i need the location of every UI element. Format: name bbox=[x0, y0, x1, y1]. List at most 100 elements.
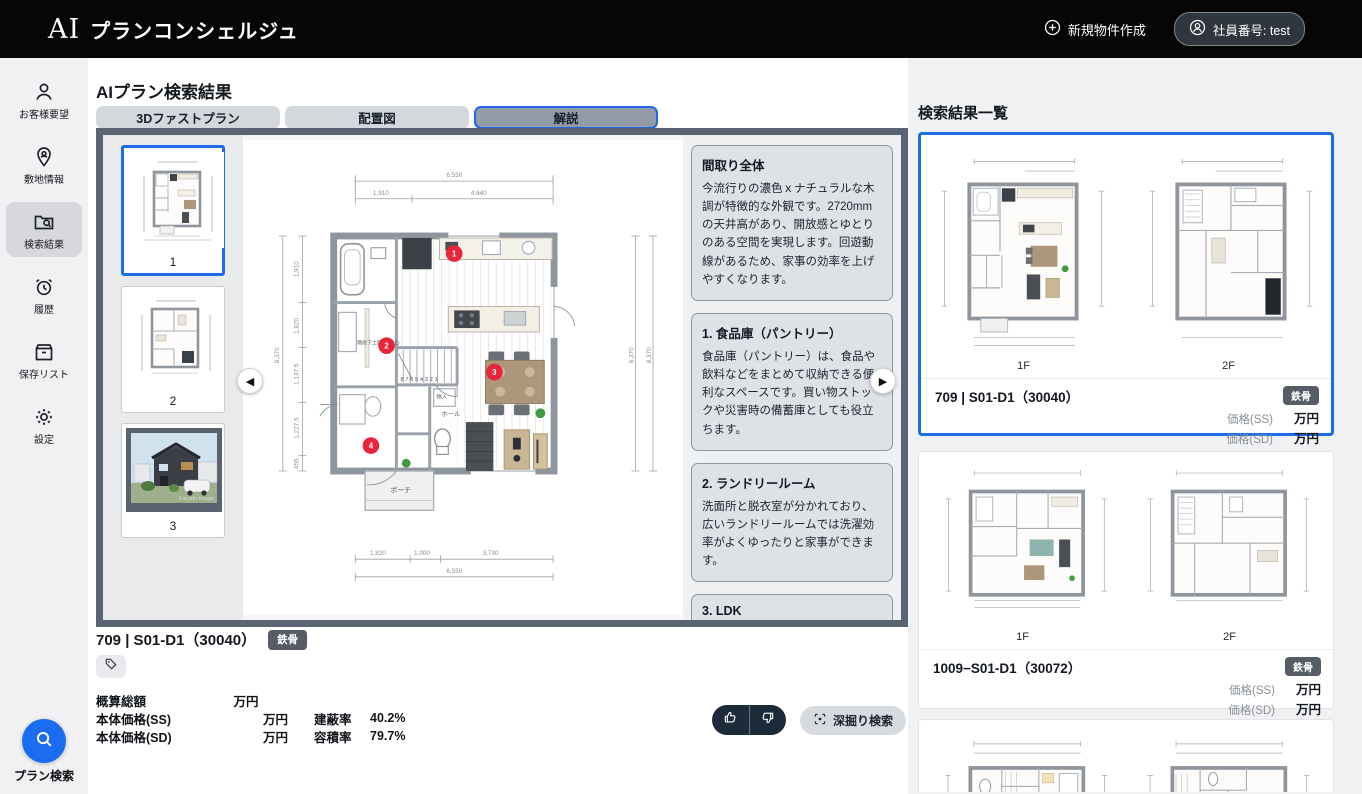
app-window: AI プランコンシェルジュ 新規物件作成 社員番号: test お bbox=[0, 0, 1362, 794]
result-card-1[interactable]: 1F 2F 709 | S01-D1（30040） 鉄骨 価格(SS)万円 価格… bbox=[918, 132, 1334, 436]
map-pin-icon bbox=[32, 145, 56, 169]
price-grid: 概算総額 万円 本体価格(SS) 万円 建蔽率 40.2% 本体価格(SD) 万… bbox=[96, 691, 405, 745]
mini-floorplan-1f bbox=[937, 730, 1113, 792]
floor-label-2f: 2F bbox=[1126, 628, 1333, 649]
sidebar-item-label: 履歴 bbox=[34, 301, 54, 316]
sidebar-item-saved-list[interactable]: 保存リスト bbox=[6, 332, 82, 387]
price-sd-value: 万円 bbox=[1275, 699, 1321, 718]
thumbs-up-icon bbox=[723, 710, 738, 730]
mini-floorplan-1f bbox=[937, 462, 1113, 628]
dim-top-total: 6,550 bbox=[446, 172, 462, 179]
floorplan-thumb-image bbox=[128, 152, 224, 248]
total-price-label: 概算総額 bbox=[96, 691, 204, 710]
feedback-buttons bbox=[712, 705, 786, 735]
thumbnail-1[interactable]: 1 bbox=[121, 145, 225, 276]
plan-search-group: プラン検索 bbox=[0, 719, 88, 784]
marker-2: 2 bbox=[384, 342, 389, 351]
deep-search-button[interactable]: 深掘り検索 bbox=[800, 706, 906, 735]
price-ss-label: 価格(SS) bbox=[1229, 682, 1275, 698]
folder-search-icon bbox=[32, 210, 56, 234]
tab-layout-plan[interactable]: 配置図 bbox=[285, 106, 469, 129]
dim-left-seg1: 1,910 bbox=[293, 261, 300, 277]
structure-badge: 鉄骨 bbox=[1283, 386, 1319, 405]
carousel-next-button[interactable]: ▶ bbox=[870, 368, 896, 394]
sidebar-item-label: 検索結果 bbox=[24, 236, 64, 251]
employee-badge[interactable]: 社員番号: test bbox=[1174, 12, 1305, 46]
floorplan-thumb-image bbox=[126, 291, 222, 387]
detail-title-row: 709 | S01-D1（30040） 鉄骨 bbox=[96, 629, 307, 650]
scan-search-icon bbox=[813, 712, 827, 729]
explanation-title: 間取り全体 bbox=[702, 155, 882, 174]
hall-label: ホール bbox=[441, 410, 461, 418]
sidebar-item-history[interactable]: 履歴 bbox=[6, 267, 82, 322]
dim-right-total: 8,370 bbox=[628, 347, 635, 363]
explanation-card-overall: 間取り全体 今流行りの濃色ｘナチュラルな木調が特徴的な外観です。2720mmの天… bbox=[691, 145, 893, 301]
sidebar-item-customer-requests[interactable]: お客様要望 bbox=[6, 72, 82, 127]
explanation-body: 今流行りの濃色ｘナチュラルな木調が特徴的な外観です。2720mmの天井高があり、… bbox=[702, 180, 882, 289]
tab-explanation[interactable]: 解説 bbox=[474, 106, 658, 129]
new-property-button[interactable]: 新規物件作成 bbox=[1044, 19, 1146, 39]
new-property-label: 新規物件作成 bbox=[1068, 20, 1146, 39]
price-ss-label: 価格(SS) bbox=[1227, 411, 1273, 427]
card-price-block: 鉄骨 価格(SS)万円 価格(SD)万円 bbox=[1228, 657, 1321, 718]
price-ss-value: 万円 bbox=[1275, 679, 1321, 698]
dim-bottom-seg1: 1,820 bbox=[370, 550, 386, 557]
carousel-prev-button[interactable]: ◀ bbox=[237, 368, 263, 394]
card-title: 709 | S01-D1（30040） bbox=[935, 386, 1079, 447]
thumbnail-number: 2 bbox=[126, 392, 220, 412]
sidebar-item-search-results[interactable]: 検索結果 bbox=[6, 202, 82, 257]
floor-label-2f: 2F bbox=[1126, 357, 1331, 378]
card-footer: 1009−S01-D1（30072） 鉄骨 価格(SS)万円 価格(SD)万円 bbox=[919, 650, 1333, 718]
facade-thumb-image: Facade Image bbox=[126, 428, 222, 512]
plan-viewer: 1 2 bbox=[96, 128, 908, 627]
person-icon bbox=[32, 80, 56, 104]
thumbs-up-button[interactable] bbox=[712, 705, 749, 735]
chevron-left-icon: ◀ bbox=[246, 375, 254, 388]
sidebar-item-settings[interactable]: 設定 bbox=[6, 397, 82, 452]
dim-left-seg2: 1,820 bbox=[293, 318, 300, 334]
explanation-title: 3. LDK bbox=[702, 604, 882, 618]
thumbnail-number: 3 bbox=[126, 517, 220, 537]
deep-search-label: 深掘り検索 bbox=[833, 712, 893, 729]
app-logo: AI プランコンシェルジュ bbox=[48, 14, 299, 45]
price-sd-label: 価格(SD) bbox=[1228, 702, 1275, 718]
app-header: AI プランコンシェルジュ 新規物件作成 社員番号: test bbox=[0, 0, 1362, 58]
logo-title-text: プランコンシェルジュ bbox=[90, 15, 299, 44]
marker-3: 3 bbox=[492, 368, 497, 377]
mini-floorplan-1f bbox=[931, 145, 1113, 357]
sidebar-item-label: 保存リスト bbox=[19, 366, 69, 381]
floor-labels: 1F 2F bbox=[921, 357, 1331, 379]
card-title: 1009−S01-D1（30072） bbox=[933, 657, 1081, 718]
structure-badge: 鉄骨 bbox=[1285, 657, 1321, 676]
marker-4: 4 bbox=[369, 442, 374, 451]
card-plans bbox=[919, 720, 1333, 792]
card-price-block: 鉄骨 価格(SS)万円 価格(SD)万円 bbox=[1226, 386, 1319, 447]
dim-bottom-total: 6,550 bbox=[446, 568, 462, 575]
plus-circle-icon bbox=[1044, 19, 1061, 39]
result-card-3[interactable] bbox=[918, 719, 1334, 792]
price-ss-value: 万円 bbox=[1273, 408, 1319, 427]
thumbs-down-button[interactable] bbox=[750, 705, 787, 735]
sidebar-item-label: 設定 bbox=[34, 431, 54, 446]
thumbnail-2[interactable]: 2 bbox=[121, 286, 225, 413]
tab-3d-fast-plan[interactable]: 3Dファストプラン bbox=[96, 106, 280, 129]
closet-label: 物入 bbox=[437, 393, 448, 401]
thumbnail-3[interactable]: Facade Image 3 bbox=[121, 423, 225, 538]
card-plans bbox=[919, 452, 1333, 628]
result-card-2[interactable]: 1F 2F 1009−S01-D1（30072） 鉄骨 価格(SS)万円 価格(… bbox=[918, 451, 1334, 709]
porch-label: ポーチ bbox=[391, 487, 412, 495]
explanation-body: 食品庫（パントリー）は、食品や飲料などをまとめて収納できる便利なスペースです。買… bbox=[702, 348, 882, 439]
structure-badge: 鉄骨 bbox=[268, 630, 307, 650]
thumbnail-strip: 1 2 bbox=[103, 135, 243, 620]
plan-title: 709 | S01-D1（30040） bbox=[96, 629, 256, 650]
dim-top-seg1: 1,910 bbox=[373, 190, 389, 197]
tag-button[interactable] bbox=[96, 655, 126, 678]
stair-numbers: 8 7 6 5 4 3 2 1 bbox=[400, 377, 437, 383]
plan-search-button[interactable] bbox=[22, 719, 66, 763]
dim-bottom-seg2: 1,000 bbox=[414, 550, 430, 557]
floorplan-canvas: 8 7 6 5 4 3 2 1 物入 ポーチ bbox=[243, 135, 683, 620]
explanation-card-ldk: 3. LDK 2,720mmの高い天井と大開口が設けられており、明るく開放感のあ… bbox=[691, 594, 893, 620]
sidebar-item-site-info[interactable]: 敷地情報 bbox=[6, 137, 82, 192]
marker-1: 1 bbox=[452, 250, 457, 259]
coverage-value: 40.2% bbox=[370, 711, 405, 725]
